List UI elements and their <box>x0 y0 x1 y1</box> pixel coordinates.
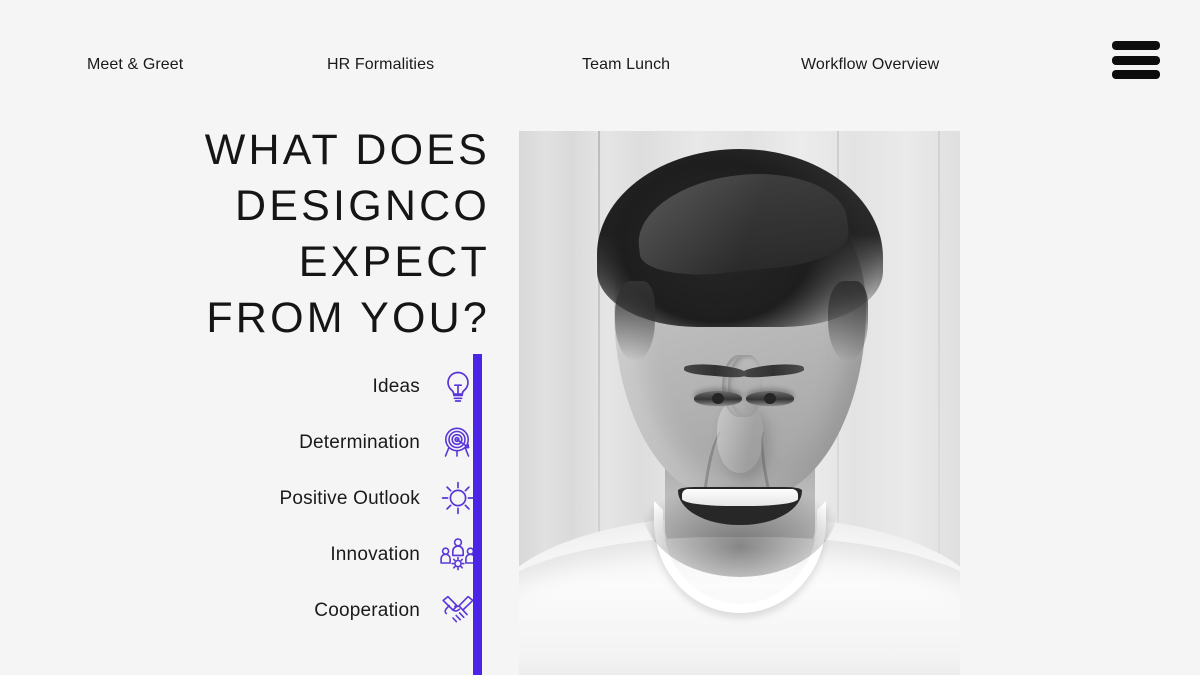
portrait-photo <box>519 131 960 675</box>
portrait-photo-image <box>519 131 960 675</box>
slide-root: Meet & Greet HR Formalities Team Lunch W… <box>0 0 1200 675</box>
hamburger-bar-1 <box>1112 41 1160 50</box>
value-label-positive-outlook: Positive Outlook <box>279 487 420 509</box>
nose <box>716 401 763 473</box>
accent-bar <box>473 354 482 675</box>
hamburger-menu-icon[interactable] <box>1112 41 1160 79</box>
page-title: WHAT DOES DESIGNCO EXPECT FROM YOU? <box>204 126 490 342</box>
value-label-ideas: Ideas <box>372 375 420 397</box>
list-item[interactable]: Positive Outlook <box>180 470 480 526</box>
eye-right <box>693 391 742 406</box>
pupil-left <box>763 393 776 404</box>
value-label-cooperation: Cooperation <box>314 599 420 621</box>
top-navigation: Meet & Greet HR Formalities Team Lunch W… <box>0 0 1200 118</box>
sideburn-left <box>615 281 655 361</box>
list-item[interactable]: Innovation <box>180 526 480 582</box>
values-list: Ideas Determination Positive Outlook Inn… <box>180 358 480 638</box>
hair-sweep <box>632 164 851 282</box>
sideburn-right <box>828 281 868 361</box>
list-item[interactable]: Cooperation <box>180 582 480 638</box>
nav-item-hr-formalities[interactable]: HR Formalities <box>325 51 436 79</box>
pupil-right <box>711 393 724 404</box>
nav-item-meet-greet[interactable]: Meet & Greet <box>85 51 185 79</box>
hamburger-bar-2 <box>1112 55 1160 65</box>
list-item[interactable]: Determination <box>180 414 480 470</box>
hamburger-bar-3 <box>1112 70 1160 79</box>
value-label-innovation: Innovation <box>330 543 420 565</box>
eye-left <box>745 391 794 406</box>
teeth <box>681 489 798 506</box>
value-label-determination: Determination <box>299 431 420 453</box>
list-item[interactable]: Ideas <box>180 358 480 414</box>
nav-item-team-lunch[interactable]: Team Lunch <box>580 51 672 79</box>
nav-item-workflow-overview[interactable]: Workflow Overview <box>799 51 941 79</box>
